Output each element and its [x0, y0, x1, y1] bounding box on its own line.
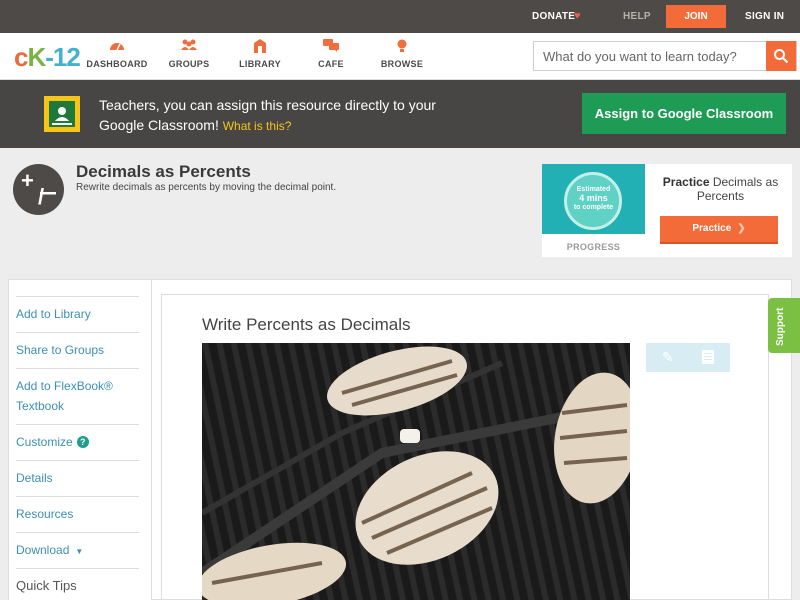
progress-label: PROGRESS	[566, 242, 621, 252]
main-nav: cK-12 DASHBOARD GROUPS LIBRARY CAFE BROW…	[0, 33, 800, 80]
help-icon[interactable]: ?	[76, 436, 89, 448]
search-icon	[774, 49, 789, 64]
assign-to-google-classroom-button[interactable]: Assign to Google Classroom	[582, 93, 786, 134]
notes-icon[interactable]	[702, 350, 714, 364]
plus-minus-divide-icon: + /	[13, 164, 64, 215]
caret-down-icon: ▼	[75, 547, 84, 556]
nav-library[interactable]: LIBRARY	[225, 39, 295, 69]
what-is-this-link[interactable]: What is this?	[223, 119, 292, 133]
google-classroom-banner: Teachers, you can assign this resource d…	[0, 80, 800, 148]
sidebar-item-details[interactable]: Details	[16, 460, 139, 496]
nav-dashboard[interactable]: DASHBOARD	[82, 39, 152, 69]
groups-icon	[154, 39, 224, 55]
nav-groups[interactable]: GROUPS	[154, 39, 224, 69]
help-link[interactable]: HELP	[623, 11, 651, 22]
browse-icon	[367, 39, 437, 55]
practice-button[interactable]: Practice ❯	[660, 216, 778, 244]
grilled-chicken-image	[202, 343, 630, 600]
content-tools: ✎	[646, 343, 730, 372]
nav-cafe[interactable]: CAFE	[296, 39, 366, 69]
top-utility-bar: DONATE ♥ HELP JOIN SIGN IN	[0, 0, 800, 33]
sidebar-item-customize[interactable]: Customize?	[16, 424, 139, 460]
sidebar-item-share-to-groups[interactable]: Share to Groups	[16, 332, 139, 368]
section-title: Write Percents as Decimals	[202, 315, 411, 334]
ck12-logo[interactable]: cK-12	[14, 42, 81, 73]
heart-icon: ♥	[574, 10, 581, 22]
concept-title: Decimals as Percents	[76, 162, 251, 181]
library-icon	[225, 39, 295, 55]
sidebar: Add to Library Share to Groups Add to Fl…	[9, 280, 152, 600]
banner-text: Teachers, you can assign this resource d…	[99, 97, 436, 133]
sign-in-link[interactable]: SIGN IN	[745, 11, 784, 22]
search-box	[533, 41, 797, 71]
sidebar-item-add-to-library[interactable]: Add to Library	[16, 296, 139, 332]
search-input[interactable]	[534, 42, 766, 70]
sidebar-item-add-to-flexbook[interactable]: Add to FlexBook® Textbook	[16, 368, 139, 424]
nav-browse[interactable]: BROWSE	[367, 39, 437, 69]
progress-badge: Estimated 4 mins to complete	[542, 164, 645, 234]
donate-link[interactable]: DONATE	[532, 11, 575, 22]
chevron-right-icon: ❯	[737, 223, 746, 234]
search-button[interactable]	[766, 41, 796, 71]
sidebar-item-resources[interactable]: Resources	[16, 496, 139, 532]
pencil-icon[interactable]: ✎	[662, 349, 674, 366]
practice-title: Practice Decimals as Percents	[662, 175, 779, 203]
cafe-icon	[296, 39, 366, 55]
sidebar-item-download[interactable]: Download ▼	[16, 532, 139, 568]
concept-description: Rewrite decimals as percents by moving t…	[76, 182, 337, 193]
practice-card: Estimated 4 mins to complete PROGRESS Pr…	[542, 164, 792, 257]
dashboard-icon	[82, 39, 152, 55]
quick-tips-heading: Quick Tips	[16, 568, 139, 600]
support-tab[interactable]: Support	[768, 298, 800, 353]
google-classroom-icon	[44, 96, 80, 132]
join-button[interactable]: JOIN	[666, 5, 726, 28]
